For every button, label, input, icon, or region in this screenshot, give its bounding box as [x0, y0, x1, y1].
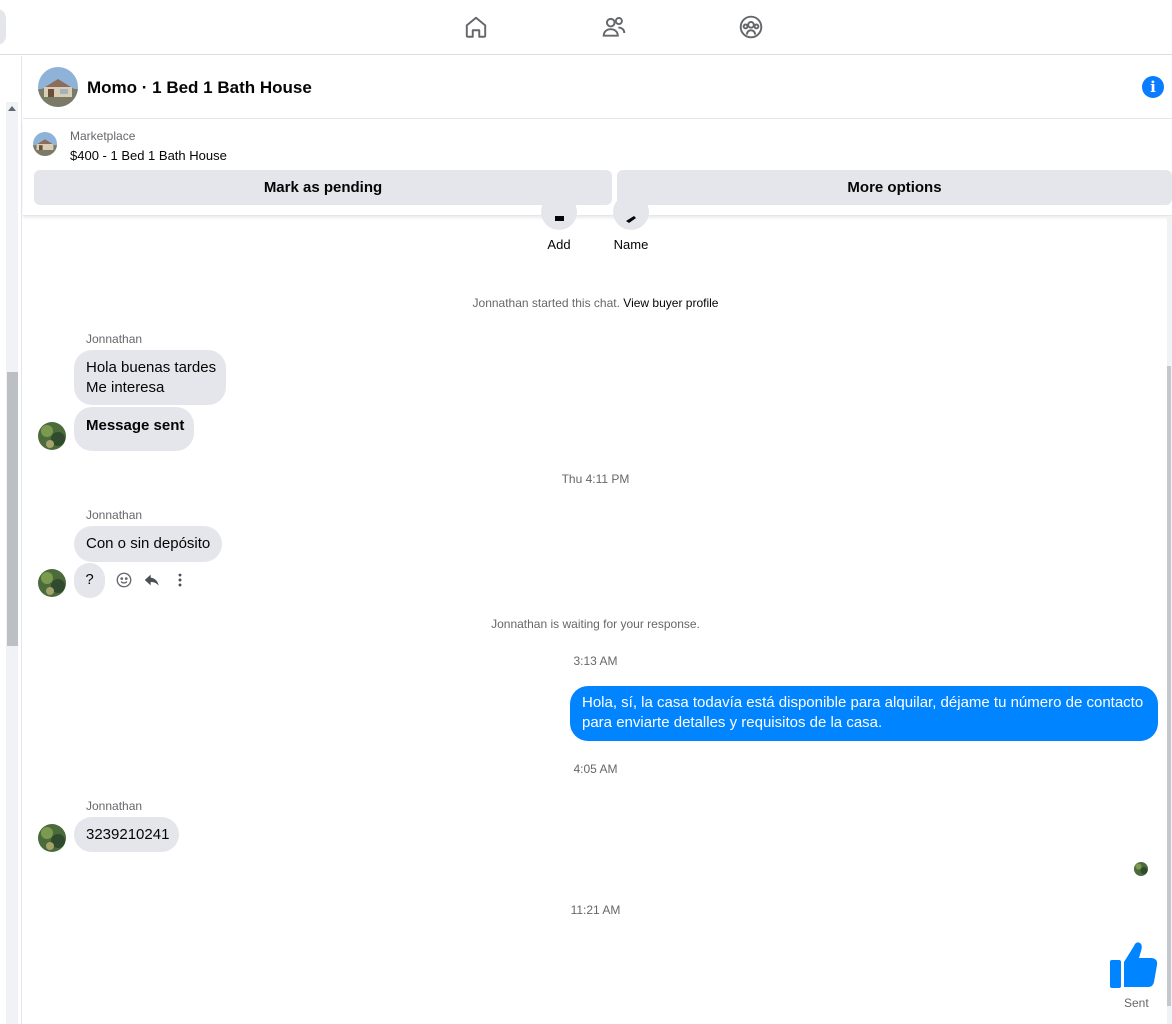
chat-started-text: Jonnathan started this chat. [472, 296, 620, 310]
message-line: Me interesa [86, 379, 165, 396]
sender-name: Jonnathan [86, 799, 143, 813]
more-options-button[interactable]: More options [617, 170, 1172, 205]
sender-name: Jonnathan [86, 332, 143, 346]
pencil-icon[interactable] [613, 194, 649, 230]
reply-icon[interactable] [142, 570, 162, 590]
marketplace-banner: Marketplace $400 - 1 Bed 1 Bath House Ma… [23, 120, 1172, 216]
seen-avatar [1134, 862, 1148, 876]
name-label: Name [613, 237, 649, 252]
home-icon[interactable] [462, 13, 490, 41]
nav-edge-button[interactable] [0, 9, 6, 45]
chat-scrollbar[interactable] [1167, 216, 1172, 1024]
mark-pending-button[interactable]: Mark as pending [34, 170, 612, 205]
info-icon: i [1150, 77, 1156, 96]
sender-name: Jonnathan [86, 508, 143, 522]
waiting-status: Jonnathan is waiting for your response. [491, 617, 700, 631]
avatar[interactable] [38, 569, 66, 597]
outgoing-message[interactable]: Hola, sí, la casa todavía está disponibl… [570, 686, 1158, 741]
friends-icon[interactable] [600, 13, 628, 41]
scroll-up-icon[interactable] [8, 106, 16, 111]
timestamp: 11:21 AM [570, 903, 621, 917]
top-navigation [0, 0, 1172, 55]
sidebar-scrollbar[interactable] [0, 56, 22, 1024]
chat-scroll-thumb[interactable] [1167, 366, 1171, 1006]
marketplace-label: Marketplace [70, 129, 136, 143]
scroll-thumb[interactable] [7, 372, 18, 646]
incoming-message[interactable]: Con o sin depósito [74, 526, 222, 562]
listing-title[interactable]: $400 - 1 Bed 1 Bath House [70, 148, 227, 163]
listing-thumbnail[interactable] [38, 67, 78, 107]
listing-thumbnail-small[interactable] [33, 132, 57, 156]
add-person-icon[interactable] [541, 194, 577, 230]
conversation-title[interactable]: Momo · 1 Bed 1 Bath House [87, 78, 312, 98]
incoming-message[interactable]: ? [74, 563, 105, 598]
add-label: Add [547, 237, 571, 252]
timestamp: 4:05 AM [573, 762, 618, 776]
avatar[interactable] [38, 824, 66, 852]
view-buyer-profile-link[interactable]: View buyer profile [623, 296, 718, 310]
message-actions [114, 570, 190, 590]
more-icon[interactable] [170, 570, 190, 590]
sent-status: Sent [1124, 996, 1149, 1010]
info-button[interactable]: i [1142, 76, 1164, 98]
incoming-message[interactable]: Message sent [74, 407, 194, 451]
incoming-message[interactable]: 3239210241 [74, 817, 179, 852]
timestamp: Thu 4:11 PM [561, 472, 630, 486]
message-line: Hola buenas tardes [86, 359, 217, 376]
react-icon[interactable] [114, 570, 134, 590]
thumbs-up-icon[interactable] [1108, 940, 1160, 990]
groups-icon[interactable] [737, 13, 765, 41]
incoming-message[interactable]: Hola buenas tardes Me interesa [74, 350, 226, 405]
chat-start-notice: Jonnathan started this chat. View buyer … [23, 296, 1168, 310]
timestamp: 3:13 AM [573, 654, 618, 668]
conversation-header: Momo · 1 Bed 1 Bath House i [23, 56, 1172, 119]
avatar[interactable] [38, 422, 66, 450]
